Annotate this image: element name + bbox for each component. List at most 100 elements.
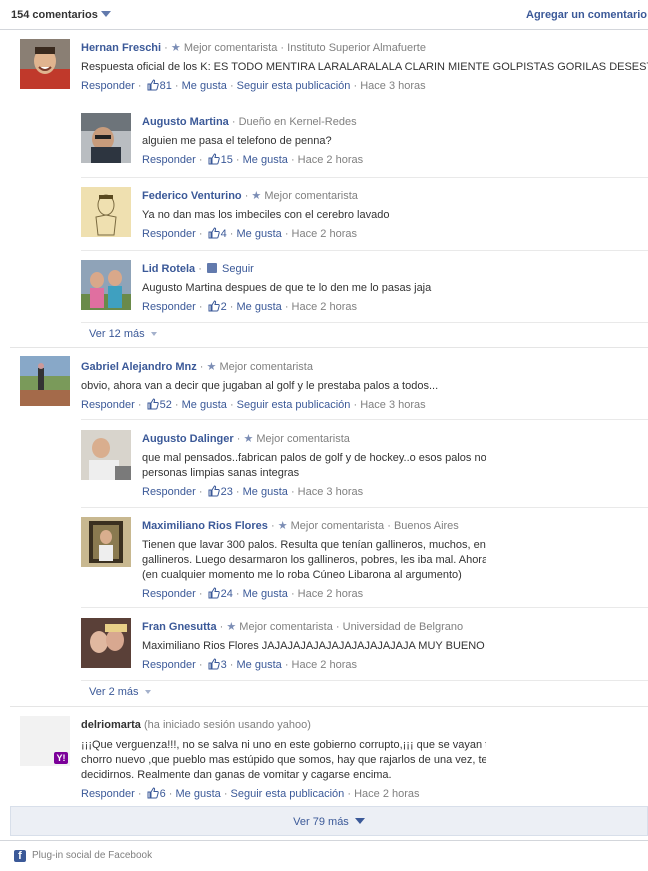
timestamp[interactable]: Hace 2 horas bbox=[354, 788, 419, 800]
commenter-name[interactable]: Federico Venturino bbox=[142, 190, 242, 202]
separator: · bbox=[281, 659, 292, 671]
reply-link[interactable]: Responder bbox=[142, 659, 196, 671]
chevron-down-icon bbox=[144, 690, 151, 694]
timestamp[interactable]: Hace 2 horas bbox=[292, 301, 357, 313]
commenter-affiliation[interactable]: Instituto Superior Almafuerte bbox=[287, 42, 426, 54]
login-note: (ha iniciado sesión usando yahoo) bbox=[143, 719, 311, 731]
like-thumb-icon bbox=[208, 300, 220, 312]
comment-text-line: que mal pensados..fabrican palos de golf… bbox=[142, 452, 486, 464]
facebook-icon[interactable]: f bbox=[14, 850, 26, 862]
commenter-name[interactable]: Hernan Freschi bbox=[81, 42, 161, 54]
timestamp[interactable]: Hace 3 horas bbox=[298, 486, 363, 498]
commenter-name[interactable]: Fran Gnesutta bbox=[142, 621, 217, 633]
timestamp[interactable]: Hace 2 horas bbox=[298, 588, 363, 600]
comment-text: Maximiliano Rios Flores JAJAJAJAJAJAJAJA… bbox=[142, 640, 485, 652]
like-thumb-icon bbox=[147, 787, 159, 799]
avatar[interactable] bbox=[81, 260, 131, 310]
timestamp[interactable]: Hace 3 horas bbox=[360, 80, 425, 92]
reply-link[interactable]: Responder bbox=[142, 228, 196, 240]
commenter-name[interactable]: Augusto Martina bbox=[142, 116, 229, 128]
avatar[interactable]: Y! bbox=[20, 716, 70, 766]
commenter-name[interactable]: Lid Rotela bbox=[142, 263, 195, 275]
follow-post-link[interactable]: Seguir esta publicación bbox=[237, 80, 351, 92]
comment-top-level: Gabriel Alejandro Mnz · ★ Mejor comentar… bbox=[10, 347, 648, 419]
follow-post-link[interactable]: Seguir esta publicación bbox=[237, 399, 351, 411]
separator: · bbox=[226, 301, 237, 313]
like-link[interactable]: Me gusta bbox=[237, 301, 282, 313]
like-link[interactable]: Me gusta bbox=[182, 80, 227, 92]
like-link[interactable]: Me gusta bbox=[243, 486, 288, 498]
commenter-name[interactable]: Augusto Dalinger bbox=[142, 433, 234, 445]
timestamp[interactable]: Hace 2 horas bbox=[292, 228, 357, 240]
commenter-affiliation[interactable]: Dueño en Kernel-Redes bbox=[239, 116, 357, 128]
plugin-label[interactable]: Plug-in social de Facebook bbox=[32, 850, 152, 861]
separator: · bbox=[233, 433, 244, 445]
load-more-comments-button[interactable]: Ver 79 más bbox=[10, 806, 648, 836]
separator: · bbox=[195, 154, 206, 166]
top-commenter-badge: Mejor comentarista bbox=[256, 433, 350, 445]
like-count[interactable]: 24 bbox=[221, 588, 233, 600]
like-count[interactable]: 52 bbox=[160, 399, 172, 411]
separator: · bbox=[281, 228, 292, 240]
like-link[interactable]: Me gusta bbox=[243, 588, 288, 600]
add-comment-link[interactable]: Agregar un comentario bbox=[526, 9, 647, 21]
separator: · bbox=[232, 486, 243, 498]
load-more-label: Ver 79 más bbox=[293, 816, 349, 828]
avatar[interactable] bbox=[81, 517, 131, 567]
reply-link[interactable]: Responder bbox=[81, 399, 135, 411]
commenter-name[interactable]: Maximiliano Rios Flores bbox=[142, 520, 268, 532]
view-more-label: Ver 2 más bbox=[89, 686, 139, 698]
like-count[interactable]: 15 bbox=[221, 154, 233, 166]
timestamp[interactable]: Hace 2 horas bbox=[298, 154, 363, 166]
like-count[interactable]: 23 bbox=[221, 486, 233, 498]
comment-reply: Federico Venturino · ★ Mejor comentarist… bbox=[81, 177, 648, 250]
like-thumb-icon bbox=[208, 227, 220, 239]
separator: · bbox=[171, 80, 182, 92]
reply-link[interactable]: Responder bbox=[142, 588, 196, 600]
avatar[interactable] bbox=[81, 113, 131, 163]
avatar[interactable] bbox=[81, 618, 131, 668]
comment-top-level: Y! delriomarta (ha iniciado sesión usand… bbox=[10, 706, 648, 806]
like-thumb-icon bbox=[208, 153, 220, 165]
separator: · bbox=[134, 80, 145, 92]
commenter-name[interactable]: Gabriel Alejandro Mnz bbox=[81, 361, 197, 373]
view-more-replies-link[interactable]: Ver 12 más bbox=[89, 328, 157, 340]
view-more-replies-link[interactable]: Ver 2 más bbox=[89, 686, 151, 698]
like-link[interactable]: Me gusta bbox=[176, 788, 221, 800]
timestamp[interactable]: Hace 3 horas bbox=[360, 399, 425, 411]
avatar[interactable] bbox=[20, 39, 70, 89]
reply-link[interactable]: Responder bbox=[142, 486, 196, 498]
like-link[interactable]: Me gusta bbox=[237, 659, 282, 671]
like-link[interactable]: Me gusta bbox=[243, 154, 288, 166]
avatar[interactable] bbox=[81, 187, 131, 237]
star-icon: ★ bbox=[277, 520, 288, 532]
like-link[interactable]: Me gusta bbox=[237, 228, 282, 240]
timestamp[interactable]: Hace 2 horas bbox=[292, 659, 357, 671]
comment-count-dropdown[interactable]: 154 comentarios bbox=[11, 9, 111, 21]
like-thumb-icon bbox=[208, 587, 220, 599]
separator: · bbox=[287, 588, 298, 600]
star-icon: ★ bbox=[226, 621, 237, 633]
commenter-affiliation[interactable]: Universidad de Belgrano bbox=[343, 621, 463, 633]
reply-link[interactable]: Responder bbox=[142, 301, 196, 313]
like-link[interactable]: Me gusta bbox=[182, 399, 227, 411]
avatar[interactable] bbox=[20, 356, 70, 406]
reply-link[interactable]: Responder bbox=[81, 80, 135, 92]
separator: · bbox=[350, 399, 361, 411]
follow-link[interactable]: Seguir bbox=[222, 263, 254, 275]
like-thumb-icon bbox=[147, 398, 159, 410]
separator: · bbox=[134, 399, 145, 411]
avatar[interactable] bbox=[81, 430, 131, 480]
reply-link[interactable]: Responder bbox=[81, 788, 135, 800]
follow-post-link[interactable]: Seguir esta publicación bbox=[231, 788, 345, 800]
rss-follow-icon bbox=[206, 263, 217, 273]
like-thumb-icon bbox=[208, 485, 220, 497]
separator: · bbox=[195, 301, 206, 313]
separator: · bbox=[171, 399, 182, 411]
separator: · bbox=[165, 788, 176, 800]
reply-link[interactable]: Responder bbox=[142, 154, 196, 166]
separator: · bbox=[195, 659, 206, 671]
like-count[interactable]: 81 bbox=[160, 80, 172, 92]
commenter-affiliation[interactable]: Buenos Aires bbox=[394, 520, 459, 532]
divider bbox=[81, 680, 648, 681]
